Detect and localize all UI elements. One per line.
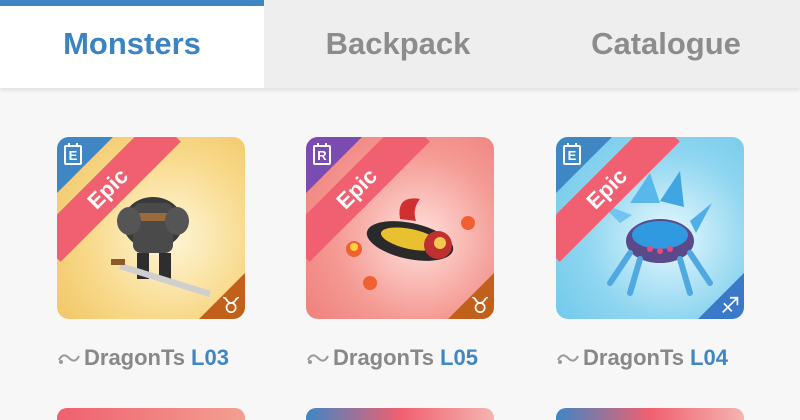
grade-badge: E — [563, 143, 581, 165]
monster-card-partial[interactable] — [556, 408, 744, 420]
owner-name: DragonTs — [333, 345, 435, 370]
tab-backpack[interactable]: Backpack — [264, 0, 532, 88]
monster-card[interactable]: Epic E ♐ — [556, 137, 744, 319]
monster-card[interactable]: Epic R ♉ — [306, 137, 494, 319]
tab-monsters-label: Monsters — [63, 26, 201, 61]
card-owner-label[interactable]: DragonTs L04 — [554, 342, 728, 374]
taurus-icon: ♉ — [221, 293, 241, 318]
card-owner-label[interactable]: DragonTs L05 — [304, 342, 478, 374]
grade-badge: E — [64, 143, 82, 165]
card-owner-label[interactable]: DragonTs L03 — [55, 342, 229, 374]
monster-card-partial[interactable] — [306, 408, 494, 420]
tab-catalogue[interactable]: Catalogue — [532, 0, 800, 88]
tab-bar: Monsters Backpack Catalogue — [0, 0, 800, 88]
tab-catalogue-label: Catalogue — [591, 26, 741, 61]
tab-backpack-label: Backpack — [325, 26, 471, 61]
owner-chain-icon — [557, 354, 579, 364]
owner-name: DragonTs — [583, 345, 685, 370]
monster-level: L03 — [191, 345, 229, 370]
monster-level: L04 — [690, 345, 728, 370]
monster-level: L05 — [440, 345, 478, 370]
owner-name: DragonTs — [84, 345, 186, 370]
owner-chain-icon — [307, 354, 329, 364]
taurus-icon: ♉ — [470, 293, 490, 318]
owner-chain-icon — [58, 354, 80, 364]
sagittarius-icon: ♐ — [720, 293, 740, 318]
monster-card-partial[interactable] — [57, 408, 245, 420]
grade-badge: R — [313, 143, 331, 165]
tab-monsters[interactable]: Monsters — [0, 0, 264, 88]
monster-card[interactable]: Epic E ♉ — [57, 137, 245, 319]
